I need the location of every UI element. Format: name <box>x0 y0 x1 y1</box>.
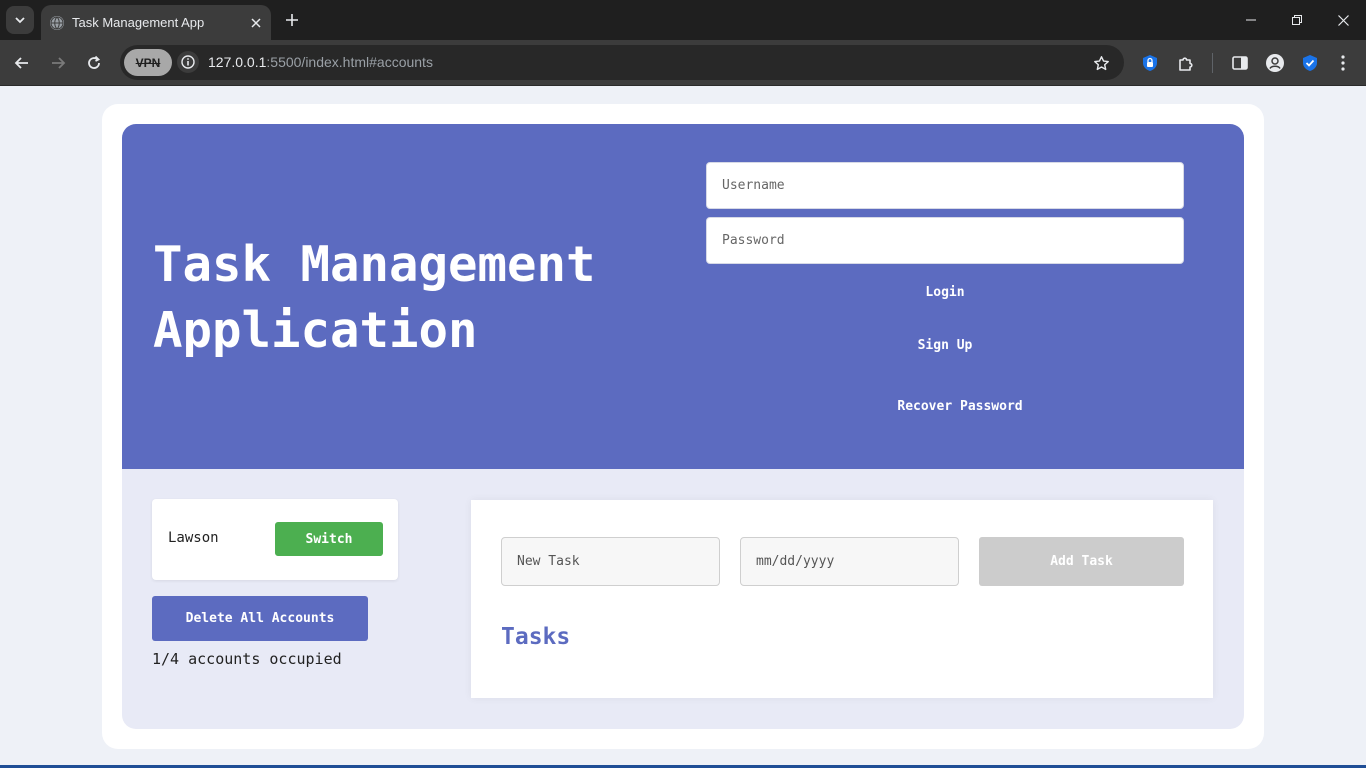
password-manager-icon[interactable] <box>1138 51 1162 75</box>
switch-account-button[interactable]: Switch <box>275 522 383 556</box>
address-bar[interactable]: VPN 127.0.0.1:5500/index.html#accounts <box>120 45 1124 80</box>
task-date-input[interactable] <box>740 537 959 586</box>
reload-button[interactable] <box>80 49 108 77</box>
dashboard-panel: Lawson Switch Delete All Accounts 1/4 ac… <box>122 469 1244 729</box>
globe-icon <box>50 15 64 30</box>
toolbar-divider <box>1212 53 1213 73</box>
recover-password-button[interactable]: Recover Password <box>880 399 1040 414</box>
minimize-icon <box>1246 19 1256 21</box>
tab-search-button[interactable] <box>6 6 34 34</box>
more-menu-icon[interactable] <box>1331 51 1355 75</box>
arrow-right-icon <box>52 57 66 69</box>
header-panel: Task Management Application Login Sign U… <box>122 124 1244 469</box>
signup-button[interactable]: Sign Up <box>895 338 995 353</box>
app-container: Task Management Application Login Sign U… <box>102 104 1264 749</box>
plus-icon <box>286 14 298 26</box>
browser-tab-active[interactable]: Task Management App <box>41 5 271 40</box>
login-button[interactable]: Login <box>895 285 995 300</box>
restore-button[interactable] <box>1274 0 1320 40</box>
chevron-down-icon <box>15 17 25 24</box>
reload-icon <box>88 55 101 69</box>
account-username: Lawson <box>168 530 219 546</box>
tasks-heading: Tasks <box>501 624 571 650</box>
browser-tab-bar: Task Management App <box>0 0 1366 40</box>
security-shield-icon[interactable] <box>1298 51 1322 75</box>
username-input[interactable] <box>706 162 1184 209</box>
close-tab-icon[interactable] <box>244 11 268 35</box>
account-card: Lawson Switch <box>152 499 398 580</box>
task-panel: Add Task Tasks <box>471 500 1213 698</box>
delete-all-accounts-button[interactable]: Delete All Accounts <box>152 596 368 641</box>
side-panel-icon[interactable] <box>1228 51 1252 75</box>
add-task-button[interactable]: Add Task <box>979 537 1184 586</box>
extensions-puzzle-icon[interactable] <box>1174 51 1198 75</box>
site-info-icon[interactable] <box>177 51 199 73</box>
minimize-button[interactable] <box>1228 0 1274 40</box>
url-text[interactable]: 127.0.0.1:5500/index.html#accounts <box>208 54 433 70</box>
close-icon <box>1337 14 1349 26</box>
vpn-badge[interactable]: VPN <box>124 49 172 76</box>
page-title: Task Management Application <box>153 236 596 359</box>
back-button[interactable] <box>8 49 36 77</box>
bookmark-star-icon[interactable] <box>1090 52 1112 74</box>
password-input[interactable] <box>706 217 1184 264</box>
new-tab-button[interactable] <box>279 7 305 33</box>
arrow-left-icon <box>14 57 28 69</box>
new-task-input[interactable] <box>501 537 720 586</box>
tab-title: Task Management App <box>72 15 205 30</box>
accounts-occupancy-text: 1/4 accounts occupied <box>152 650 342 668</box>
browser-toolbar: VPN 127.0.0.1:5500/index.html#accounts <box>0 40 1366 86</box>
restore-icon <box>1292 15 1302 25</box>
forward-button[interactable] <box>44 49 72 77</box>
profile-avatar-icon[interactable] <box>1263 51 1287 75</box>
close-window-button[interactable] <box>1320 0 1366 40</box>
